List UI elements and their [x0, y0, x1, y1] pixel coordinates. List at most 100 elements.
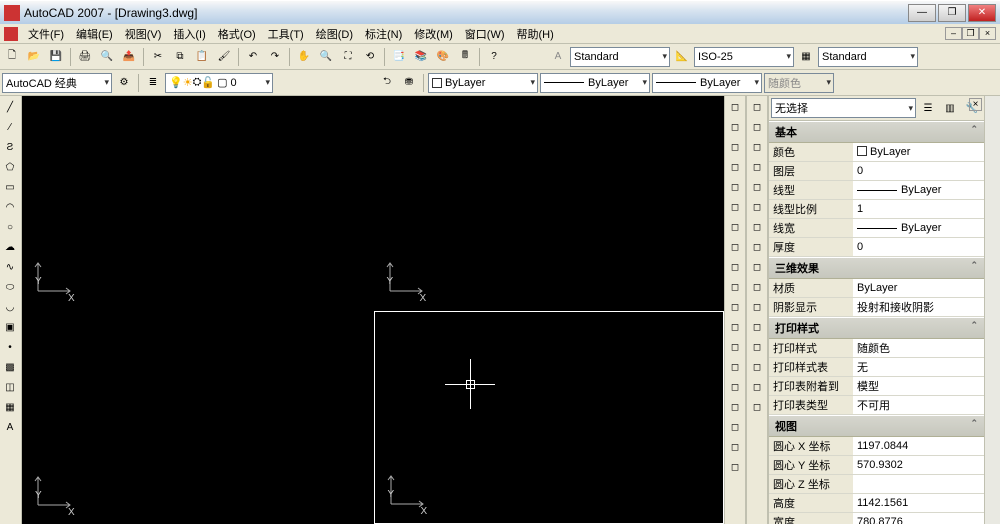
prop-row[interactable]: 打印表类型不可用 [769, 396, 984, 415]
layerstate-icon[interactable]: ⛃ [399, 73, 419, 93]
selection-combo[interactable]: 无选择 [771, 98, 916, 118]
menu-format[interactable]: 格式(O) [212, 25, 262, 43]
block-icon[interactable]: ▣ [0, 318, 20, 337]
viewport-grid[interactable]: YX YX YX YX [22, 96, 724, 524]
textstyle-combo[interactable]: Standard [570, 47, 670, 67]
list-icon[interactable]: ◻ [725, 158, 745, 177]
layernext-icon[interactable]: ◻ [725, 438, 745, 457]
chamfer-icon[interactable]: ◻ [747, 358, 767, 377]
prop-row[interactable]: 材质ByLayer [769, 279, 984, 298]
trim-icon[interactable]: ◻ [747, 278, 767, 297]
section-header-view[interactable]: 视图⌃ [769, 415, 984, 437]
zoomall-icon[interactable]: ◻ [725, 378, 745, 397]
setvar-icon[interactable]: ◻ [725, 238, 745, 257]
prop-value[interactable]: 投射和接收阴影 [853, 298, 984, 317]
prop-value[interactable]: 570.9302 [853, 456, 984, 475]
tablestyle-icon[interactable]: ▦ [796, 47, 816, 67]
prop-value[interactable]: ByLayer [853, 181, 984, 200]
layer-combo[interactable]: 💡☀⛭🔓▢ 0 [165, 73, 273, 93]
prop-value[interactable]: ByLayer [853, 219, 984, 238]
prop-row[interactable]: 打印样式随颜色 [769, 339, 984, 358]
plotstyle-combo[interactable]: 随颜色 [764, 73, 834, 93]
prop-value[interactable]: 1 [853, 200, 984, 219]
text-icon[interactable]: A [0, 418, 20, 437]
zoom-win-icon[interactable]: ⛶ [338, 47, 358, 67]
locate-icon[interactable]: ◻ [725, 258, 745, 277]
line-icon[interactable]: ╱ [0, 98, 20, 117]
time-icon[interactable]: ◻ [725, 198, 745, 217]
properties-icon[interactable]: 📑 [389, 47, 409, 67]
dimstyle-icon[interactable]: 📐 [672, 47, 692, 67]
maximize-button[interactable]: ❐ [938, 4, 966, 22]
id-icon[interactable]: ◻ [725, 178, 745, 197]
prop-row[interactable]: 圆心 Z 坐标 [769, 475, 984, 494]
publish-icon[interactable]: 📤 [119, 47, 139, 67]
tablestyle-combo[interactable]: Standard [818, 47, 918, 67]
break-icon[interactable]: ◻ [747, 318, 767, 337]
section-header-plotstyle[interactable]: 打印样式⌃ [769, 317, 984, 339]
menu-window[interactable]: 窗口(W) [459, 25, 511, 43]
color-combo[interactable]: ByLayer [428, 73, 538, 93]
toolpal-icon[interactable]: 🎨 [433, 47, 453, 67]
explode-icon[interactable]: ◻ [747, 398, 767, 417]
fillet-icon[interactable]: ◻ [747, 378, 767, 397]
menu-insert[interactable]: 插入(I) [167, 25, 211, 43]
prop-row[interactable]: 阴影显示投射和接收阴影 [769, 298, 984, 317]
table-icon[interactable]: ▦ [0, 398, 20, 417]
prop-value[interactable]: 不可用 [853, 396, 984, 415]
menu-view[interactable]: 视图(V) [119, 25, 168, 43]
section-header-threedeffect[interactable]: 三维效果⌃ [769, 257, 984, 279]
dimstyle-combo[interactable]: ISO-25 [694, 47, 794, 67]
prop-value[interactable]: 780.8776 [853, 513, 984, 524]
section-header-basic[interactable]: 基本⌃ [769, 121, 984, 143]
viewport-bottom-left[interactable]: YX [22, 311, 373, 524]
mdi-minimize-button[interactable]: – [945, 27, 962, 40]
new-icon[interactable]: 🗋 [2, 47, 22, 67]
prop-value[interactable]: 1197.0844 [853, 437, 984, 456]
copy-icon[interactable]: ◻ [747, 118, 767, 137]
quickselect-icon[interactable]: ☰ [918, 98, 938, 118]
rotate-icon[interactable]: ◻ [747, 218, 767, 237]
prop-row[interactable]: 线型比例1 [769, 200, 984, 219]
print-icon[interactable]: 🖨 [75, 47, 95, 67]
prop-value[interactable]: ByLayer [853, 279, 984, 298]
layermgr-icon[interactable]: ≣ [143, 73, 163, 93]
earc-icon[interactable]: ◡ [0, 298, 20, 317]
xline-icon[interactable]: ∕ [0, 118, 20, 137]
lineweight-combo[interactable]: ByLayer [652, 73, 762, 93]
orbit-icon[interactable]: ◻ [725, 358, 745, 377]
paste-icon[interactable]: 📋 [192, 47, 212, 67]
pan-icon[interactable]: ✋ [294, 47, 314, 67]
move-icon[interactable]: ◻ [747, 198, 767, 217]
layerprev-icon[interactable]: ⮌ [377, 73, 397, 93]
stretch-icon[interactable]: ◻ [747, 258, 767, 277]
save-icon[interactable]: 💾 [46, 47, 66, 67]
prop-row[interactable]: 颜色ByLayer [769, 143, 984, 162]
viewport-top-right[interactable]: YX [374, 96, 725, 310]
prop-value[interactable]: 无 [853, 358, 984, 377]
polygon-icon[interactable]: ⬠ [0, 158, 20, 177]
prop-row[interactable]: 圆心 X 坐标1197.0844 [769, 437, 984, 456]
calc-icon[interactable]: 🖩 [455, 47, 475, 67]
prop-row[interactable]: 圆心 Y 坐标570.9302 [769, 456, 984, 475]
spline-icon[interactable]: ∿ [0, 258, 20, 277]
revcloud-icon[interactable]: ☁ [0, 238, 20, 257]
textstyle-icon[interactable]: A [548, 47, 568, 67]
prop-row[interactable]: 线型ByLayer [769, 181, 984, 200]
prop-value[interactable]: 随颜色 [853, 339, 984, 358]
menu-draw[interactable]: 绘图(D) [310, 25, 359, 43]
menu-help[interactable]: 帮助(H) [511, 25, 560, 43]
erase-icon[interactable]: ◻ [747, 98, 767, 117]
refresh-icon[interactable]: ◻ [725, 458, 745, 477]
minimize-button[interactable]: — [908, 4, 936, 22]
preview-icon[interactable]: 🔍 [97, 47, 117, 67]
sheetset-icon[interactable]: 📚 [411, 47, 431, 67]
pan-icon[interactable]: ◻ [725, 338, 745, 357]
ws-settings-icon[interactable]: ⚙ [114, 73, 134, 93]
prop-row[interactable]: 打印表附着到模型 [769, 377, 984, 396]
prop-value[interactable]: 1142.1561 [853, 494, 984, 513]
mirror-icon[interactable]: ◻ [747, 138, 767, 157]
dist-icon[interactable]: ◻ [725, 98, 745, 117]
region-icon[interactable]: ◫ [0, 378, 20, 397]
cut-icon[interactable]: ✂ [148, 47, 168, 67]
